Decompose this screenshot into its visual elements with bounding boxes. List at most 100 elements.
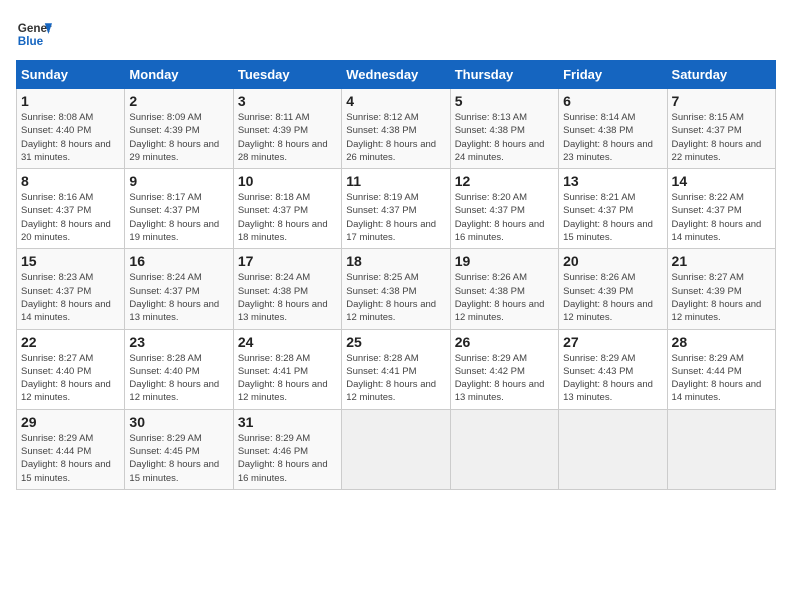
calendar-day-cell: 3 Sunrise: 8:11 AM Sunset: 4:39 PM Daylig… — [233, 89, 341, 169]
day-info: Sunrise: 8:15 AM Sunset: 4:37 PM Dayligh… — [672, 111, 771, 164]
day-info: Sunrise: 8:16 AM Sunset: 4:37 PM Dayligh… — [21, 191, 120, 244]
calendar-day-cell: 18 Sunrise: 8:25 AM Sunset: 4:38 PM Dayli… — [342, 249, 450, 329]
calendar-day-cell: 11 Sunrise: 8:19 AM Sunset: 4:37 PM Dayli… — [342, 169, 450, 249]
calendar-week-row: 29 Sunrise: 8:29 AM Sunset: 4:44 PM Dayli… — [17, 409, 776, 489]
day-info: Sunrise: 8:21 AM Sunset: 4:37 PM Dayligh… — [563, 191, 662, 244]
day-info: Sunrise: 8:28 AM Sunset: 4:40 PM Dayligh… — [129, 352, 228, 405]
calendar-day-cell: 4 Sunrise: 8:12 AM Sunset: 4:38 PM Daylig… — [342, 89, 450, 169]
day-number: 17 — [238, 253, 337, 269]
day-number: 11 — [346, 173, 445, 189]
calendar-day-cell: 27 Sunrise: 8:29 AM Sunset: 4:43 PM Dayli… — [559, 329, 667, 409]
day-info: Sunrise: 8:08 AM Sunset: 4:40 PM Dayligh… — [21, 111, 120, 164]
day-number: 12 — [455, 173, 554, 189]
day-number: 21 — [672, 253, 771, 269]
day-number: 20 — [563, 253, 662, 269]
calendar-day-cell — [667, 409, 775, 489]
calendar-header-cell: Sunday — [17, 61, 125, 89]
day-info: Sunrise: 8:22 AM Sunset: 4:37 PM Dayligh… — [672, 191, 771, 244]
calendar-day-cell: 28 Sunrise: 8:29 AM Sunset: 4:44 PM Dayli… — [667, 329, 775, 409]
day-number: 16 — [129, 253, 228, 269]
calendar-day-cell: 2 Sunrise: 8:09 AM Sunset: 4:39 PM Daylig… — [125, 89, 233, 169]
day-info: Sunrise: 8:20 AM Sunset: 4:37 PM Dayligh… — [455, 191, 554, 244]
day-number: 9 — [129, 173, 228, 189]
day-info: Sunrise: 8:09 AM Sunset: 4:39 PM Dayligh… — [129, 111, 228, 164]
day-info: Sunrise: 8:29 AM Sunset: 4:46 PM Dayligh… — [238, 432, 337, 485]
calendar-table: SundayMondayTuesdayWednesdayThursdayFrid… — [16, 60, 776, 490]
day-info: Sunrise: 8:27 AM Sunset: 4:39 PM Dayligh… — [672, 271, 771, 324]
day-number: 24 — [238, 334, 337, 350]
calendar-day-cell: 19 Sunrise: 8:26 AM Sunset: 4:38 PM Dayli… — [450, 249, 558, 329]
calendar-day-cell: 16 Sunrise: 8:24 AM Sunset: 4:37 PM Dayli… — [125, 249, 233, 329]
calendar-week-row: 1Sunrise: 8:08 AM Sunset: 4:40 PM Daylig… — [17, 89, 776, 169]
calendar-day-cell — [559, 409, 667, 489]
calendar-day-cell: 9 Sunrise: 8:17 AM Sunset: 4:37 PM Daylig… — [125, 169, 233, 249]
logo: General Blue — [16, 16, 52, 52]
day-number: 3 — [238, 93, 337, 109]
calendar-day-cell: 20 Sunrise: 8:26 AM Sunset: 4:39 PM Dayli… — [559, 249, 667, 329]
day-info: Sunrise: 8:23 AM Sunset: 4:37 PM Dayligh… — [21, 271, 120, 324]
day-info: Sunrise: 8:17 AM Sunset: 4:37 PM Dayligh… — [129, 191, 228, 244]
day-info: Sunrise: 8:26 AM Sunset: 4:38 PM Dayligh… — [455, 271, 554, 324]
page-header: General Blue — [16, 16, 776, 52]
day-number: 14 — [672, 173, 771, 189]
day-info: Sunrise: 8:19 AM Sunset: 4:37 PM Dayligh… — [346, 191, 445, 244]
day-info: Sunrise: 8:29 AM Sunset: 4:44 PM Dayligh… — [21, 432, 120, 485]
calendar-day-cell: 8 Sunrise: 8:16 AM Sunset: 4:37 PM Daylig… — [17, 169, 125, 249]
day-number: 7 — [672, 93, 771, 109]
day-info: Sunrise: 8:29 AM Sunset: 4:44 PM Dayligh… — [672, 352, 771, 405]
day-number: 8 — [21, 173, 120, 189]
calendar-header-cell: Tuesday — [233, 61, 341, 89]
day-number: 27 — [563, 334, 662, 350]
calendar-day-cell: 10Sunrise: 8:18 AM Sunset: 4:37 PM Dayli… — [233, 169, 341, 249]
day-number: 23 — [129, 334, 228, 350]
calendar-day-cell: 21 Sunrise: 8:27 AM Sunset: 4:39 PM Dayli… — [667, 249, 775, 329]
day-info: Sunrise: 8:26 AM Sunset: 4:39 PM Dayligh… — [563, 271, 662, 324]
calendar-day-cell: 24 Sunrise: 8:28 AM Sunset: 4:41 PM Dayli… — [233, 329, 341, 409]
day-info: Sunrise: 8:28 AM Sunset: 4:41 PM Dayligh… — [346, 352, 445, 405]
day-number: 4 — [346, 93, 445, 109]
calendar-day-cell: 5 Sunrise: 8:13 AM Sunset: 4:38 PM Daylig… — [450, 89, 558, 169]
day-info: Sunrise: 8:18 AM Sunset: 4:37 PM Dayligh… — [238, 191, 337, 244]
day-number: 2 — [129, 93, 228, 109]
svg-text:Blue: Blue — [18, 35, 44, 48]
calendar-day-cell: 23 Sunrise: 8:28 AM Sunset: 4:40 PM Dayli… — [125, 329, 233, 409]
day-info: Sunrise: 8:24 AM Sunset: 4:37 PM Dayligh… — [129, 271, 228, 324]
day-number: 5 — [455, 93, 554, 109]
calendar-day-cell — [450, 409, 558, 489]
calendar-day-cell: 6 Sunrise: 8:14 AM Sunset: 4:38 PM Daylig… — [559, 89, 667, 169]
calendar-week-row: 15Sunrise: 8:23 AM Sunset: 4:37 PM Dayli… — [17, 249, 776, 329]
calendar-header-cell: Saturday — [667, 61, 775, 89]
calendar-header-row: SundayMondayTuesdayWednesdayThursdayFrid… — [17, 61, 776, 89]
day-number: 25 — [346, 334, 445, 350]
calendar-day-cell — [342, 409, 450, 489]
day-info: Sunrise: 8:24 AM Sunset: 4:38 PM Dayligh… — [238, 271, 337, 324]
day-info: Sunrise: 8:11 AM Sunset: 4:39 PM Dayligh… — [238, 111, 337, 164]
day-info: Sunrise: 8:14 AM Sunset: 4:38 PM Dayligh… — [563, 111, 662, 164]
logo-icon: General Blue — [16, 16, 52, 52]
calendar-body: 1Sunrise: 8:08 AM Sunset: 4:40 PM Daylig… — [17, 89, 776, 490]
day-info: Sunrise: 8:13 AM Sunset: 4:38 PM Dayligh… — [455, 111, 554, 164]
calendar-day-cell: 30Sunrise: 8:29 AM Sunset: 4:45 PM Dayli… — [125, 409, 233, 489]
calendar-day-cell: 31Sunrise: 8:29 AM Sunset: 4:46 PM Dayli… — [233, 409, 341, 489]
day-number: 19 — [455, 253, 554, 269]
calendar-day-cell: 15Sunrise: 8:23 AM Sunset: 4:37 PM Dayli… — [17, 249, 125, 329]
day-info: Sunrise: 8:28 AM Sunset: 4:41 PM Dayligh… — [238, 352, 337, 405]
day-number: 13 — [563, 173, 662, 189]
calendar-week-row: 8 Sunrise: 8:16 AM Sunset: 4:37 PM Daylig… — [17, 169, 776, 249]
calendar-header-cell: Friday — [559, 61, 667, 89]
calendar-day-cell: 22Sunrise: 8:27 AM Sunset: 4:40 PM Dayli… — [17, 329, 125, 409]
day-number: 28 — [672, 334, 771, 350]
calendar-week-row: 22Sunrise: 8:27 AM Sunset: 4:40 PM Dayli… — [17, 329, 776, 409]
day-number: 6 — [563, 93, 662, 109]
day-number: 29 — [21, 414, 120, 430]
day-number: 18 — [346, 253, 445, 269]
calendar-header-cell: Monday — [125, 61, 233, 89]
calendar-day-cell: 7 Sunrise: 8:15 AM Sunset: 4:37 PM Daylig… — [667, 89, 775, 169]
day-info: Sunrise: 8:12 AM Sunset: 4:38 PM Dayligh… — [346, 111, 445, 164]
calendar-day-cell: 17 Sunrise: 8:24 AM Sunset: 4:38 PM Dayli… — [233, 249, 341, 329]
calendar-header-cell: Thursday — [450, 61, 558, 89]
day-info: Sunrise: 8:29 AM Sunset: 4:43 PM Dayligh… — [563, 352, 662, 405]
calendar-day-cell: 14 Sunrise: 8:22 AM Sunset: 4:37 PM Dayli… — [667, 169, 775, 249]
day-number: 26 — [455, 334, 554, 350]
day-info: Sunrise: 8:25 AM Sunset: 4:38 PM Dayligh… — [346, 271, 445, 324]
